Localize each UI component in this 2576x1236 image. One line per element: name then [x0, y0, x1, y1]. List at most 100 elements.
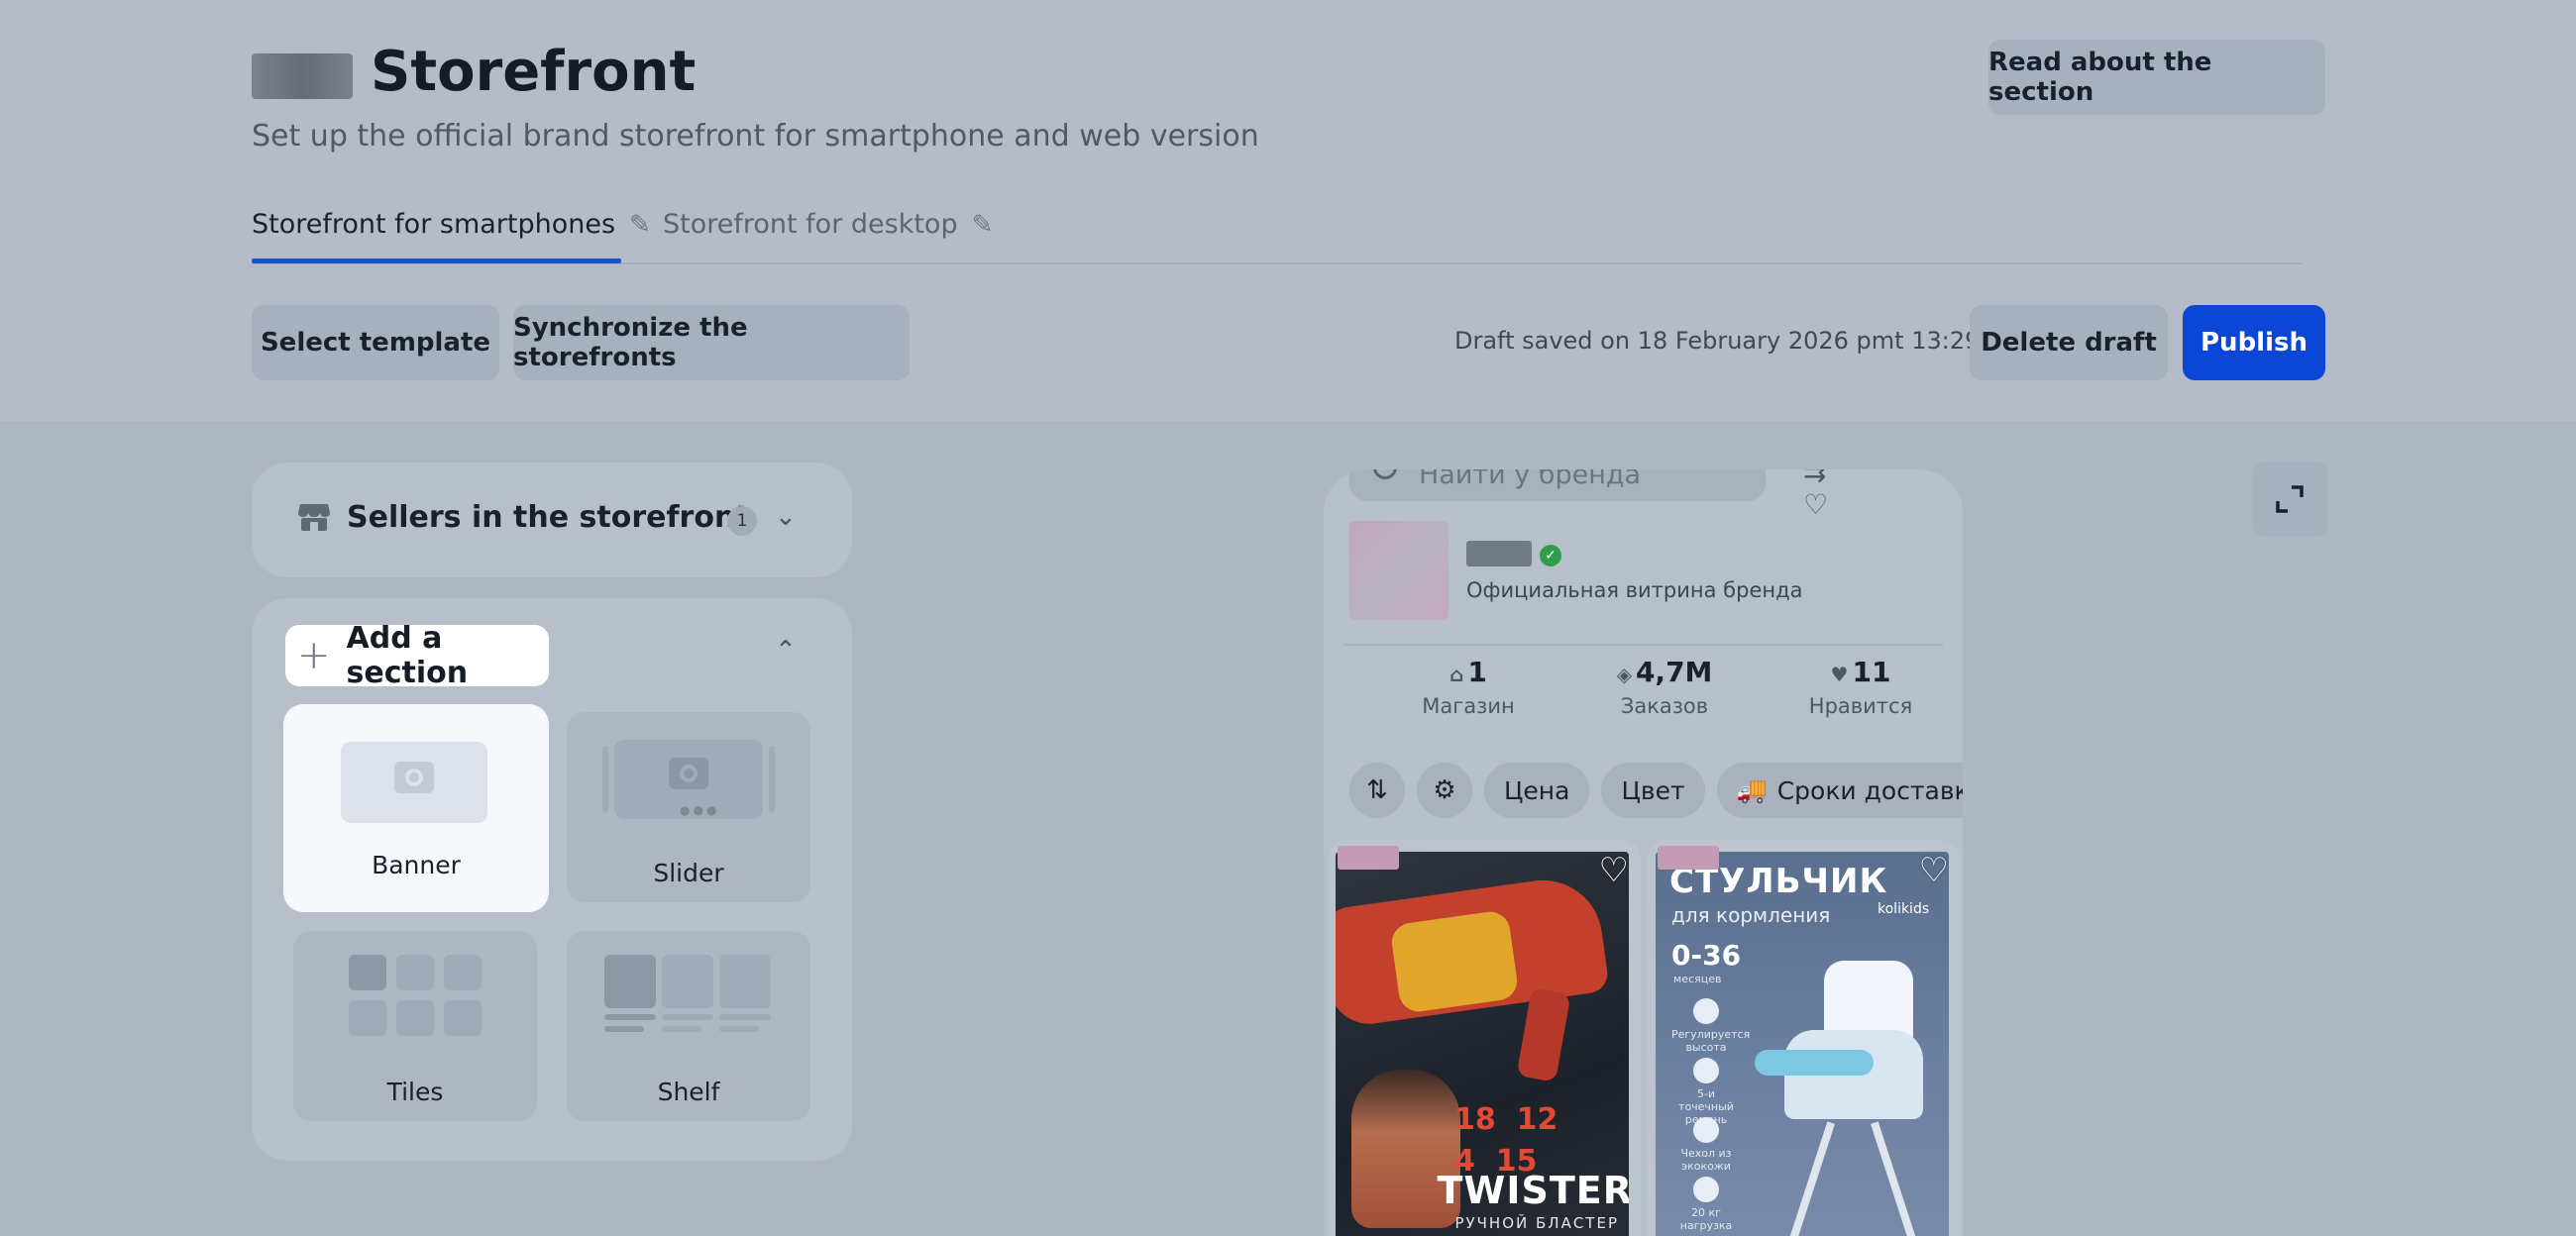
product-badge	[1338, 846, 1399, 870]
product-age-unit: месяцев	[1673, 973, 1722, 985]
chevron-down-icon[interactable]: ⌄	[775, 502, 797, 532]
pencil-icon[interactable]: ✎	[629, 210, 651, 240]
stat-orders-value: 4,7M	[1635, 656, 1713, 688]
camera-icon	[669, 758, 708, 789]
product-badge	[1658, 846, 1719, 870]
grid-cell	[396, 955, 434, 990]
brand-caption: Официальная витрина бренда	[1466, 578, 1803, 602]
storefront-tabs: Storefront for smartphones ✎ Storefront …	[252, 203, 2303, 264]
sellers-count-badge: 1	[727, 506, 757, 536]
chevron-up-icon[interactable]: ⌃	[775, 636, 797, 666]
expand-preview-button[interactable]	[2252, 462, 2327, 537]
tile-label: Tiles	[386, 1078, 444, 1106]
slider-edge-left	[602, 746, 608, 813]
product-image: СТУЛЬЧИК для кормления kolikids 0-36 мес…	[1656, 852, 1949, 1236]
toy-stat: 12	[1516, 1102, 1558, 1137]
pagination-dots-icon: ●●●	[680, 803, 720, 817]
tile-label: Banner	[372, 851, 461, 879]
filter-color[interactable]: Цвет	[1601, 763, 1705, 818]
box-icon: ◈	[1616, 663, 1632, 686]
brand-logo	[252, 53, 353, 99]
slider-placeholder: ●●●	[614, 740, 763, 819]
stat-stores-value: 1	[1467, 656, 1487, 688]
product-brand: kolikids	[1878, 901, 1930, 917]
sellers-title: Sellers in the storefront	[347, 500, 750, 535]
blaster-drum	[1389, 909, 1520, 1014]
page-subtitle: Set up the official brand storefront for…	[252, 119, 1259, 154]
grid-cell	[444, 955, 482, 990]
divider	[1343, 644, 1943, 646]
pencil-icon[interactable]: ✎	[972, 210, 994, 240]
brand-name-placeholder	[1466, 541, 1532, 566]
verified-icon: ✓	[1540, 545, 1561, 566]
plus-icon: +	[297, 633, 331, 678]
filter-price[interactable]: Цена	[1484, 763, 1590, 818]
camera-icon	[394, 762, 434, 793]
brand-search-input[interactable]: Найти у бренда	[1349, 469, 1766, 501]
tab-desktop-label: Storefront for desktop	[663, 209, 958, 240]
slider-edge-right	[769, 746, 775, 813]
store-icon: ⌂	[1449, 663, 1464, 686]
expand-icon	[2276, 485, 2304, 513]
stat-likes: ♥ 11 Нравится	[1771, 656, 1950, 718]
tab-desktop[interactable]: Storefront for desktop ✎	[663, 209, 993, 240]
synchronize-storefronts-button[interactable]: Synchronize the storefronts	[513, 305, 910, 380]
heart-icon: ♥	[1830, 663, 1849, 686]
tile-label: Shelf	[657, 1078, 720, 1106]
feature-item: Регулируется высота	[1671, 998, 1750, 1054]
tab-smartphones[interactable]: Storefront for smartphones ✎	[252, 209, 651, 240]
tile-label: Slider	[653, 859, 724, 887]
page-title: Storefront	[371, 40, 697, 104]
sections-panel: + Add a section ⌃ Banner ●●● Slider Tile…	[252, 598, 852, 1161]
add-section-button[interactable]: + Add a section	[285, 621, 549, 690]
sort-icon[interactable]: ⇅	[1349, 763, 1405, 818]
select-template-button[interactable]: Select template	[252, 305, 499, 380]
feature-label: Регулируется высота	[1671, 1028, 1751, 1054]
shelf-line	[604, 1026, 644, 1032]
feature-item: Чехол из экокожи	[1671, 1117, 1741, 1173]
heart-icon[interactable]: ♡	[1919, 854, 1949, 887]
share-icon[interactable]: ⇉ ♡	[1803, 469, 1963, 521]
section-tile-banner[interactable]: Banner	[283, 704, 549, 912]
active-tab-indicator	[252, 258, 621, 263]
banner-placeholder	[341, 742, 487, 823]
stat-orders-label: Заказов	[1620, 694, 1709, 718]
filter-delivery[interactable]: 🚚 Сроки доставки	[1716, 763, 1963, 818]
draft-status: Draft saved on 18 February 2026 pmt 13:2…	[1454, 327, 1981, 355]
filter-chips: ⇅ ⚙ Цена Цвет 🚚 Сроки доставки	[1349, 763, 1963, 818]
shelf-line	[662, 1014, 713, 1020]
shelf-line	[719, 1014, 771, 1020]
product-subtitle: РУЧНОЙ БЛАСТЕР	[1454, 1214, 1619, 1232]
sellers-panel[interactable]: Sellers in the storefront 1 ⌄	[252, 463, 852, 577]
stat-orders: ◈ 4,7M Заказов	[1575, 656, 1754, 718]
tab-smartphones-label: Storefront for smartphones	[252, 209, 616, 240]
publish-button[interactable]: Publish	[2183, 305, 2325, 380]
store-icon	[298, 504, 330, 531]
shelf-icon	[604, 955, 656, 1008]
stat-likes-label: Нравится	[1808, 694, 1913, 718]
grid-cell	[444, 1000, 482, 1036]
section-tile-slider[interactable]: ●●● Slider	[567, 712, 810, 902]
stat-stores-label: Магазин	[1422, 694, 1515, 718]
section-tile-shelf[interactable]: Shelf	[567, 931, 810, 1121]
product-subtitle: для кормления	[1671, 903, 1831, 927]
filter-delivery-label: Сроки доставки	[1776, 775, 1963, 805]
filter-settings-icon[interactable]: ⚙	[1417, 763, 1472, 818]
grid-cell	[349, 1000, 386, 1036]
stat-stores: ⌂ 1 Магазин	[1379, 656, 1557, 718]
search-icon	[1373, 469, 1397, 479]
shelf-line	[604, 1014, 656, 1020]
product-card[interactable]: ♡ 18 12 4 15 TWISTER РУЧНОЙ БЛАСТЕР	[1328, 840, 1641, 1236]
chair-tray	[1755, 1050, 1874, 1076]
storefront-preview: Найти у бренда ⇉ ♡ ✓ Официальная витрина…	[1324, 469, 1963, 1236]
product-card[interactable]: ♡ СТУЛЬЧИК для кормления kolikids 0-36 м…	[1648, 840, 1961, 1236]
page-header: Storefront Set up the official brand sto…	[0, 0, 2576, 421]
section-tile-tiles[interactable]: Tiles	[293, 931, 537, 1121]
delete-draft-button[interactable]: Delete draft	[1970, 305, 2168, 380]
shelf-line	[719, 1026, 759, 1032]
add-section-label: Add a section	[346, 621, 469, 690]
heart-icon[interactable]: ♡	[1599, 854, 1629, 887]
read-about-section-button[interactable]: Read about the section	[1988, 40, 2325, 115]
feature-item: 20 кг нагрузка	[1671, 1177, 1741, 1232]
shelf-block	[719, 955, 771, 1008]
